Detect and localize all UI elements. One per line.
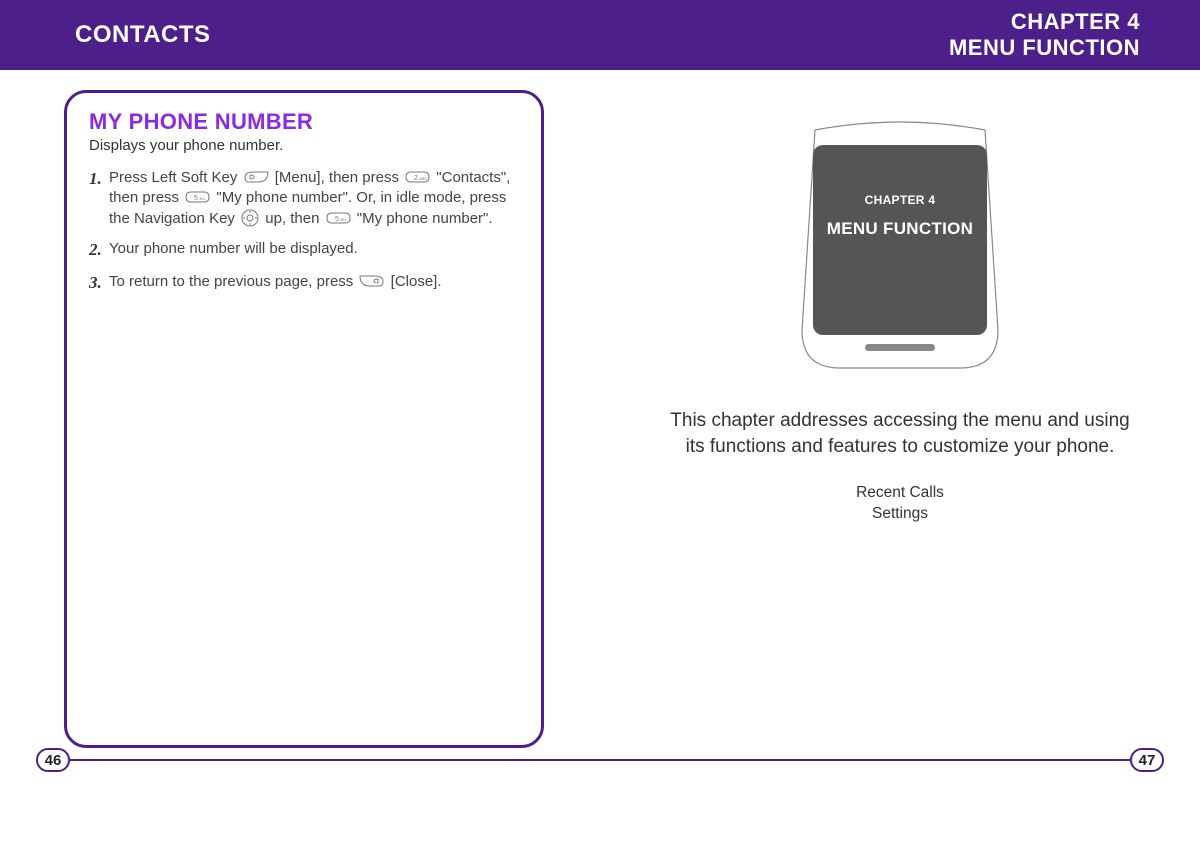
phone-title: MENU FUNCTION: [827, 219, 974, 239]
content-spread: MY PHONE NUMBER Displays your phone numb…: [0, 70, 1200, 798]
header-section: MENU FUNCTION: [949, 35, 1140, 61]
header-left-title: CONTACTS: [75, 21, 211, 49]
key-2-icon: 2ABC: [405, 171, 430, 183]
step-number: 2.: [89, 239, 109, 262]
step-list: 1.Press Left Soft Key [Menu], then press…: [89, 168, 519, 295]
header-chapter: CHAPTER 4: [949, 9, 1140, 35]
key-5-icon: 5JKL: [185, 191, 210, 203]
chapter-topic: Recent Calls: [856, 483, 944, 504]
callout-box: MY PHONE NUMBER Displays your phone numb…: [64, 90, 544, 748]
page-number-left: 46: [36, 748, 70, 772]
step-item: 2.Your phone number will be displayed.: [89, 239, 519, 262]
left-soft-key-icon: [244, 171, 269, 183]
svg-text:JKL: JKL: [199, 196, 207, 201]
page-number-right: 47: [1130, 748, 1164, 772]
step-number: 3.: [89, 272, 109, 295]
step-item: 3.To return to the previous page, press …: [89, 272, 519, 295]
phone-chapter-label: CHAPTER 4: [865, 193, 936, 207]
step-body: To return to the previous page, press [C…: [109, 272, 519, 295]
footer-rule: [64, 759, 600, 761]
step-number: 1.: [89, 168, 109, 229]
left-page: MY PHONE NUMBER Displays your phone numb…: [0, 70, 600, 798]
callout-subtitle: Displays your phone number.: [89, 137, 519, 154]
step-body: Press Left Soft Key [Menu], then press 2…: [109, 168, 519, 229]
right-soft-key-icon: [359, 275, 384, 287]
chapter-intro: CHAPTER 4 MENU FUNCTION This chapter add…: [630, 90, 1170, 525]
svg-text:ABC: ABC: [419, 176, 427, 181]
key-5-icon: 5JKL: [326, 212, 351, 224]
chapter-description: This chapter addresses accessing the men…: [665, 408, 1135, 459]
svg-text:2: 2: [414, 175, 418, 182]
header-bar: CONTACTS CHAPTER 4 MENU FUNCTION: [0, 0, 1200, 70]
header-right-title: CHAPTER 4 MENU FUNCTION: [949, 9, 1140, 62]
right-page: CHAPTER 4 MENU FUNCTION This chapter add…: [600, 70, 1200, 798]
footer-rule: [600, 759, 1136, 761]
step-body: Your phone number will be displayed.: [109, 239, 519, 262]
nav-key-icon: [241, 209, 259, 227]
phone-illustration: CHAPTER 4 MENU FUNCTION: [795, 120, 1005, 370]
step-item: 1.Press Left Soft Key [Menu], then press…: [89, 168, 519, 229]
callout-title: MY PHONE NUMBER: [89, 109, 519, 135]
phone-screen: CHAPTER 4 MENU FUNCTION: [813, 145, 987, 335]
svg-text:5: 5: [335, 216, 339, 223]
chapter-topics: Recent CallsSettings: [856, 483, 944, 525]
svg-text:JKL: JKL: [340, 217, 348, 222]
chapter-topic: Settings: [856, 504, 944, 525]
svg-text:5: 5: [194, 195, 198, 202]
